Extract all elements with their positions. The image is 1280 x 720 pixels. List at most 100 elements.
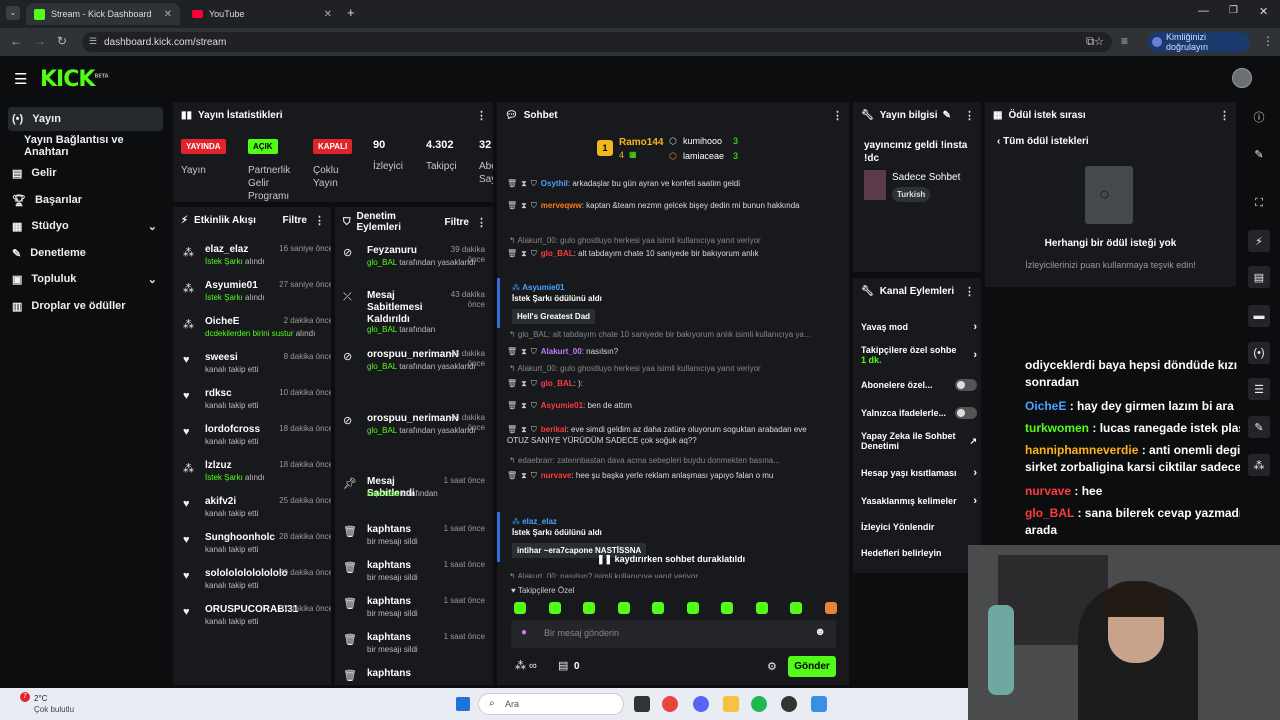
store-icon[interactable]: ▤: [558, 659, 568, 672]
chat-username[interactable]: berikal: [541, 425, 567, 434]
emote-icon[interactable]: [755, 602, 768, 614]
filter-button[interactable]: Filtre: [445, 217, 469, 228]
emote-icon[interactable]: [514, 602, 526, 614]
timeout-icon[interactable]: ⧗: [521, 401, 527, 410]
moderator-name[interactable]: kaphtans: [367, 489, 399, 498]
timeout-icon[interactable]: ⧗: [521, 379, 527, 388]
chat-username[interactable]: Alakurt_00: [541, 347, 582, 356]
forward-icon[interactable]: →: [34, 34, 46, 48]
delete-icon[interactable]: 🗑︎: [507, 401, 517, 410]
timeout-icon[interactable]: ⧗: [521, 179, 527, 188]
reply-context[interactable]: ↰ edaebrarr: zatennbastan dava acma sebe…: [509, 456, 831, 465]
reply-context[interactable]: ↰ Alakurt_00: gulo ghostluyo herkesi yaa…: [509, 364, 831, 373]
emote-icon[interactable]: [686, 602, 699, 614]
chat-message[interactable]: 🗑︎ ⧗ ⛉ nurvave: hee şu başka yerle reklam a…: [507, 470, 829, 481]
delete-icon[interactable]: 🗑︎: [507, 425, 517, 434]
shield-icon[interactable]: ⛉: [531, 379, 537, 388]
obs-icon[interactable]: [781, 696, 797, 712]
sidebar-item-stream-key[interactable]: Yayın Bağlantısı ve Anahtarı: [20, 134, 170, 158]
activity-user[interactable]: OicheE: [205, 316, 239, 327]
chat-username[interactable]: Asyumie01: [522, 283, 564, 292]
new-tab-icon[interactable]: +: [347, 5, 355, 20]
activity-user[interactable]: Sunghoonholc: [205, 532, 275, 543]
spotify-icon[interactable]: [751, 696, 767, 712]
chat-message[interactable]: 🗑︎ ⧗ ⛉ glo_BAL: ):: [507, 378, 829, 389]
emote-icon[interactable]: [721, 602, 733, 614]
close-window-icon[interactable]: ✕: [1259, 5, 1268, 18]
timeout-icon[interactable]: ⧗: [521, 249, 527, 258]
back-icon[interactable]: ←: [10, 34, 22, 48]
reading-list-icon[interactable]: ≡: [1121, 34, 1128, 48]
emote-icon[interactable]: [790, 602, 802, 614]
reply-context[interactable]: ↰ Alakurt_00: gulo ghostluyo herkesi yaa…: [509, 236, 831, 245]
chat-message[interactable]: 🗑︎ ⧗ ⛉ merveqww: kaptan &team nezmn gelcek …: [507, 200, 829, 211]
channel-action-item[interactable]: Abonelere özel...: [861, 376, 977, 394]
delete-icon[interactable]: 🗑︎: [507, 379, 517, 388]
channel-action-item[interactable]: Yasaklanmış kelimeler ›: [861, 492, 977, 510]
activity-user[interactable]: akifv2i: [205, 496, 236, 507]
chat-username[interactable]: Asyumie01: [541, 401, 583, 410]
activity-item[interactable]: ♥ rdksc 10 dakika önce kanalı takip etti: [183, 386, 331, 420]
timeout-icon[interactable]: ⧗: [521, 347, 527, 356]
chat-message[interactable]: 🗑︎ ⧗ ⛉ Osythil: arkadaşlar bu gün ayran ve …: [507, 178, 829, 189]
activity-user[interactable]: elaz_elaz: [205, 244, 248, 255]
chrome-icon[interactable]: [662, 696, 678, 712]
chat-username[interactable]: Osythil: [541, 179, 568, 188]
discord-icon[interactable]: [693, 696, 709, 712]
info-icon[interactable]: ⓘ: [1248, 106, 1270, 128]
broadcast-icon[interactable]: (•): [1248, 342, 1270, 364]
queue-icon[interactable]: ☰: [1248, 378, 1270, 400]
shield-icon[interactable]: ⛉: [531, 179, 537, 188]
activity-item[interactable]: ⁂ lzlzuz 18 dakika önce İstek Şarkı alındı: [183, 458, 331, 492]
send-button[interactable]: Gönder: [788, 656, 836, 677]
chat-username[interactable]: glo_BAL: [541, 379, 574, 388]
points-icon[interactable]: ⁂ ∞: [515, 659, 537, 672]
bolt-icon[interactable]: ⚡︎: [1248, 230, 1270, 252]
chat-message[interactable]: 🗑︎ ⧗ ⛉ Alakurt_00: nasılsın?: [507, 346, 829, 357]
mic-icon[interactable]: ●: [521, 627, 527, 638]
sidebar-item-stream[interactable]: (•) Yayın: [8, 107, 163, 131]
task-view-icon[interactable]: [634, 696, 650, 712]
browser-menu-icon[interactable]: ⋮: [1262, 34, 1274, 48]
delete-icon[interactable]: 🗑︎: [507, 179, 517, 188]
chat-message[interactable]: 🗑︎ ⧗ ⛉ berikal: eve simdi geldim az daha za…: [507, 424, 829, 446]
url-bar[interactable]: ☰ dashboard.kick.com/stream ☆: [82, 32, 1112, 52]
moderator-name[interactable]: glo_BAL: [367, 325, 397, 334]
reply-context[interactable]: ↰ glo_BAL: alt tabdayım chate 10 saniyed…: [509, 330, 831, 339]
more-options-icon[interactable]: ⋮: [314, 214, 325, 227]
emote-icon[interactable]: [824, 602, 837, 614]
activity-item[interactable]: ♥ akifv2i 25 dakika önce kanalı takip etti: [183, 494, 331, 528]
sidebar-item-moderation[interactable]: ✎ Denetleme: [8, 241, 163, 265]
taskbar-search[interactable]: ⌕ Ara: [478, 693, 624, 715]
chat-messages[interactable]: 🗑︎ ⧗ ⛉ Osythil: arkadaşlar bu gün ayran ve …: [497, 178, 849, 578]
toggle-switch[interactable]: [955, 379, 977, 391]
shield-icon[interactable]: ⛉: [531, 471, 537, 480]
points-icon[interactable]: ⁂: [1248, 454, 1270, 476]
fullscreen-icon[interactable]: ⛶: [1248, 192, 1270, 214]
moderator-name[interactable]: glo_BAL: [367, 362, 397, 371]
verify-identity-button[interactable]: Kimliğinizi doğrulayın: [1148, 32, 1250, 52]
timeout-icon[interactable]: ⧗: [521, 425, 527, 434]
moderator-name[interactable]: glo_BAL: [367, 426, 397, 435]
app-icon[interactable]: [811, 696, 827, 712]
activity-user[interactable]: Asyumie01: [205, 280, 258, 291]
bookmark-star-icon[interactable]: ☆: [1094, 35, 1104, 48]
timeout-icon[interactable]: ⧗: [521, 471, 527, 480]
emoji-icon[interactable]: ☻: [814, 626, 826, 638]
browser-tab-kick[interactable]: Stream - Kick Dashboard ✕: [26, 3, 180, 25]
maximize-icon[interactable]: ❐: [1229, 5, 1238, 16]
activity-item[interactable]: ♥ sweesi 8 dakika önce kanalı takip etti: [183, 350, 331, 384]
channel-action-item[interactable]: Hedefleri belirleyin: [861, 544, 977, 562]
activity-item[interactable]: ♥ Sunghoonholc 28 dakika önce kanalı takip …: [183, 530, 331, 564]
timeout-icon[interactable]: ⧗: [521, 201, 527, 210]
edit-icon[interactable]: ✎: [1248, 143, 1270, 165]
chat-message[interactable]: ⁂ Asyumie01 İstek Şarkı ödülünü aldı Hell'…: [497, 278, 819, 328]
reload-icon[interactable]: ↻: [57, 34, 67, 48]
channel-action-item[interactable]: Hesap yaşı kısıtlaması ›: [861, 464, 977, 482]
shield-icon[interactable]: ⛉: [531, 347, 537, 356]
activity-item[interactable]: ⁂ OicheE 2 dakika önce dcdekilerden birini …: [183, 314, 331, 348]
shield-icon[interactable]: ⛉: [531, 401, 537, 410]
minimize-icon[interactable]: —: [1198, 5, 1209, 17]
chat-paused-banner[interactable]: ❚❚ kaydırırken sohbet duraklatıldı: [597, 554, 745, 565]
emote-icon[interactable]: [583, 602, 595, 614]
